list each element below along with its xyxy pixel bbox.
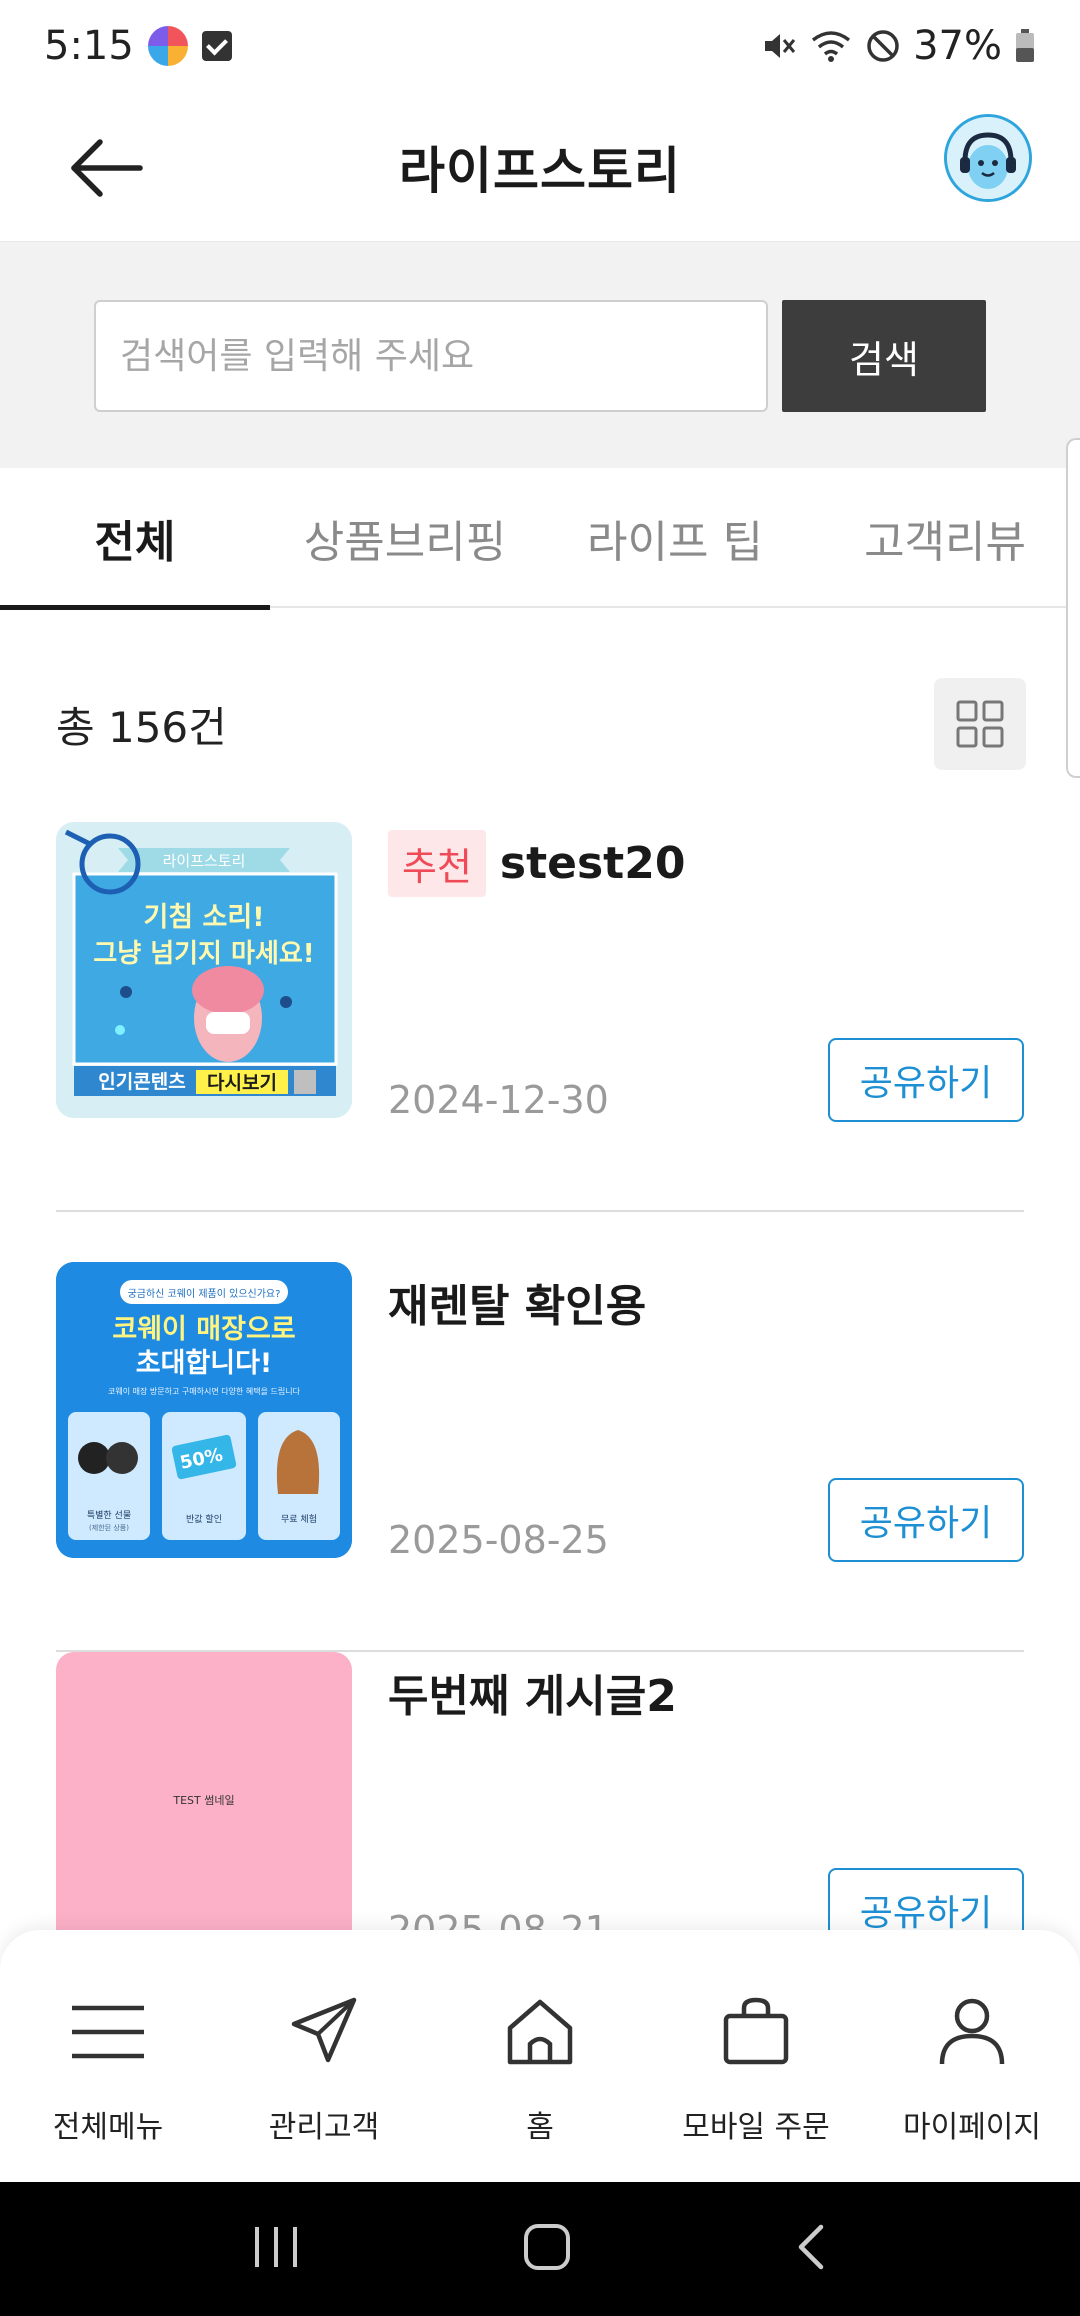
- nav-managed-customers[interactable]: 관리고객: [216, 1930, 432, 2182]
- post-title[interactable]: 재렌탈 확인용: [388, 1270, 646, 1334]
- edge-panel-handle[interactable]: [1066, 438, 1080, 778]
- thumb-card-3: 무료 체험: [281, 1514, 317, 1525]
- back-system-button[interactable]: [793, 2223, 829, 2275]
- app-notification-icon: [147, 26, 188, 66]
- back-button[interactable]: [58, 120, 154, 216]
- recent-apps-icon: [255, 2227, 297, 2267]
- nav-label: 전체메뉴: [52, 2110, 164, 2145]
- bottom-navigation: 전체메뉴 관리고객 홈 모바일 주문 마이페이지: [0, 1930, 1080, 2182]
- home-system-button[interactable]: [523, 2223, 571, 2275]
- paper-plane-icon: [284, 1992, 364, 2072]
- tab-customer-reviews[interactable]: 고객리뷰: [810, 468, 1080, 608]
- post-thumbnail[interactable]: 라이프스토리 기침 소리! 그냥 넘기지 마세요! 인기콘텐츠 다시보기: [56, 822, 352, 1118]
- thumb-headline-1: 코웨이 매장으로: [112, 1314, 295, 1345]
- nav-my-page[interactable]: 마이페이지: [864, 1930, 1080, 2182]
- list-item[interactable]: 궁금하신 코웨이 제품이 있으신가요? 코웨이 매장으로 초대합니다! 코웨이 …: [56, 1262, 1024, 1652]
- thumb-footer-b: 다시보기: [207, 1072, 277, 1094]
- thumb-pill: 궁금하신 코웨이 제품이 있으신가요?: [128, 1287, 281, 1300]
- post-date: 2024-12-30: [388, 1078, 609, 1122]
- post-title-row: 재렌탈 확인용: [388, 1270, 646, 1334]
- thumb-sub: 코웨이 매장 방문하고 구매하시면 다양한 혜택을 드립니다: [108, 1386, 301, 1396]
- status-right: 37%: [761, 23, 1036, 69]
- status-left: 5:15: [44, 23, 232, 69]
- menu-icon: [68, 1992, 148, 2072]
- status-time: 5:15: [44, 23, 134, 69]
- thumb-card-2: 반값 할인: [186, 1513, 222, 1525]
- store-invite-banner-image: 궁금하신 코웨이 제품이 있으신가요? 코웨이 매장으로 초대합니다! 코웨이 …: [56, 1262, 352, 1558]
- home-square-icon: [524, 2224, 570, 2270]
- share-button[interactable]: 공유하기: [828, 1038, 1024, 1122]
- recommended-badge: 추천: [388, 830, 486, 897]
- nav-home[interactable]: 홈: [432, 1930, 648, 2182]
- nav-mobile-order[interactable]: 모바일 주문: [648, 1930, 864, 2182]
- tab-life-tips[interactable]: 라이프 팁: [540, 468, 810, 608]
- list-count-row: 총 156건: [56, 676, 1026, 772]
- nav-label: 관리고객: [268, 2110, 380, 2145]
- thumb-headline-2: 초대합니다!: [136, 1348, 273, 1379]
- post-list: 라이프스토리 기침 소리! 그냥 넘기지 마세요! 인기콘텐츠 다시보기 추천: [56, 822, 1024, 2042]
- tab-product-briefing[interactable]: 상품브리핑: [270, 468, 540, 608]
- post-title[interactable]: stest20: [500, 838, 686, 889]
- page-title: 라이프스토리: [399, 141, 681, 200]
- person-icon: [932, 1992, 1012, 2072]
- headset-character-icon: [947, 117, 1029, 199]
- list-item[interactable]: 라이프스토리 기침 소리! 그냥 넘기지 마세요! 인기콘텐츠 다시보기 추천: [56, 822, 1024, 1212]
- thumb-footer-a: 인기콘텐츠: [98, 1071, 185, 1093]
- category-tabs: 전체 상품브리핑 라이프 팁 고객리뷰: [0, 468, 1080, 610]
- thumb-test-text: TEST 썸네일: [173, 1794, 235, 1807]
- total-count: 총 156건: [56, 702, 227, 752]
- status-bar: 5:15 37%: [0, 0, 1080, 92]
- thumb-card-1-sub: (제한된 상품): [89, 1523, 129, 1532]
- system-navigation-bar: [0, 2182, 1080, 2316]
- tab-all[interactable]: 전체: [0, 468, 270, 610]
- shopping-bag-icon: [716, 1992, 796, 2072]
- checkbox-notification-icon: [201, 31, 232, 61]
- share-button[interactable]: 공유하기: [828, 1478, 1024, 1562]
- app-header: 라이프스토리: [0, 92, 1080, 242]
- grid-view-icon: [956, 700, 1004, 748]
- search-section: 검색: [0, 242, 1080, 468]
- battery-icon: [1016, 29, 1034, 62]
- post-title[interactable]: 두번째 게시글2: [388, 1660, 677, 1724]
- thumb-card-1: 특별한 선물: [87, 1510, 131, 1521]
- search-button[interactable]: 검색: [782, 300, 986, 412]
- thumb-headline-1: 기침 소리!: [143, 902, 264, 933]
- post-thumbnail[interactable]: 궁금하신 코웨이 제품이 있으신가요? 코웨이 매장으로 초대합니다! 코웨이 …: [56, 1262, 352, 1558]
- thumb-ribbon-text: 라이프스토리: [163, 852, 246, 870]
- cough-banner-image: 라이프스토리 기침 소리! 그냥 넘기지 마세요! 인기콘텐츠 다시보기: [56, 822, 352, 1118]
- search-input[interactable]: [94, 300, 768, 412]
- post-thumbnail[interactable]: TEST 썸네일: [56, 1652, 352, 1948]
- recent-apps-button[interactable]: [251, 2225, 301, 2273]
- nav-label: 홈: [526, 2110, 554, 2145]
- nav-label: 모바일 주문: [682, 2110, 830, 2145]
- do-not-disturb-icon: [867, 30, 899, 62]
- mute-icon: [765, 34, 796, 58]
- nav-label: 마이페이지: [903, 2110, 1041, 2145]
- home-icon: [500, 1992, 580, 2072]
- arrow-left-icon: [71, 139, 143, 197]
- wifi-icon: [812, 31, 851, 62]
- thumb-headline-2: 그냥 넘기지 마세요!: [93, 939, 314, 969]
- post-title-row: 두번째 게시글2: [388, 1660, 677, 1724]
- chevron-left-icon: [798, 2224, 824, 2270]
- post-title-row: 추천 stest20: [388, 830, 685, 897]
- grid-view-button[interactable]: [934, 678, 1026, 770]
- post-date: 2025-08-25: [388, 1518, 609, 1562]
- avatar[interactable]: [944, 114, 1032, 202]
- nav-all-menu[interactable]: 전체메뉴: [0, 1930, 216, 2182]
- battery-percent: 37%: [913, 23, 1002, 69]
